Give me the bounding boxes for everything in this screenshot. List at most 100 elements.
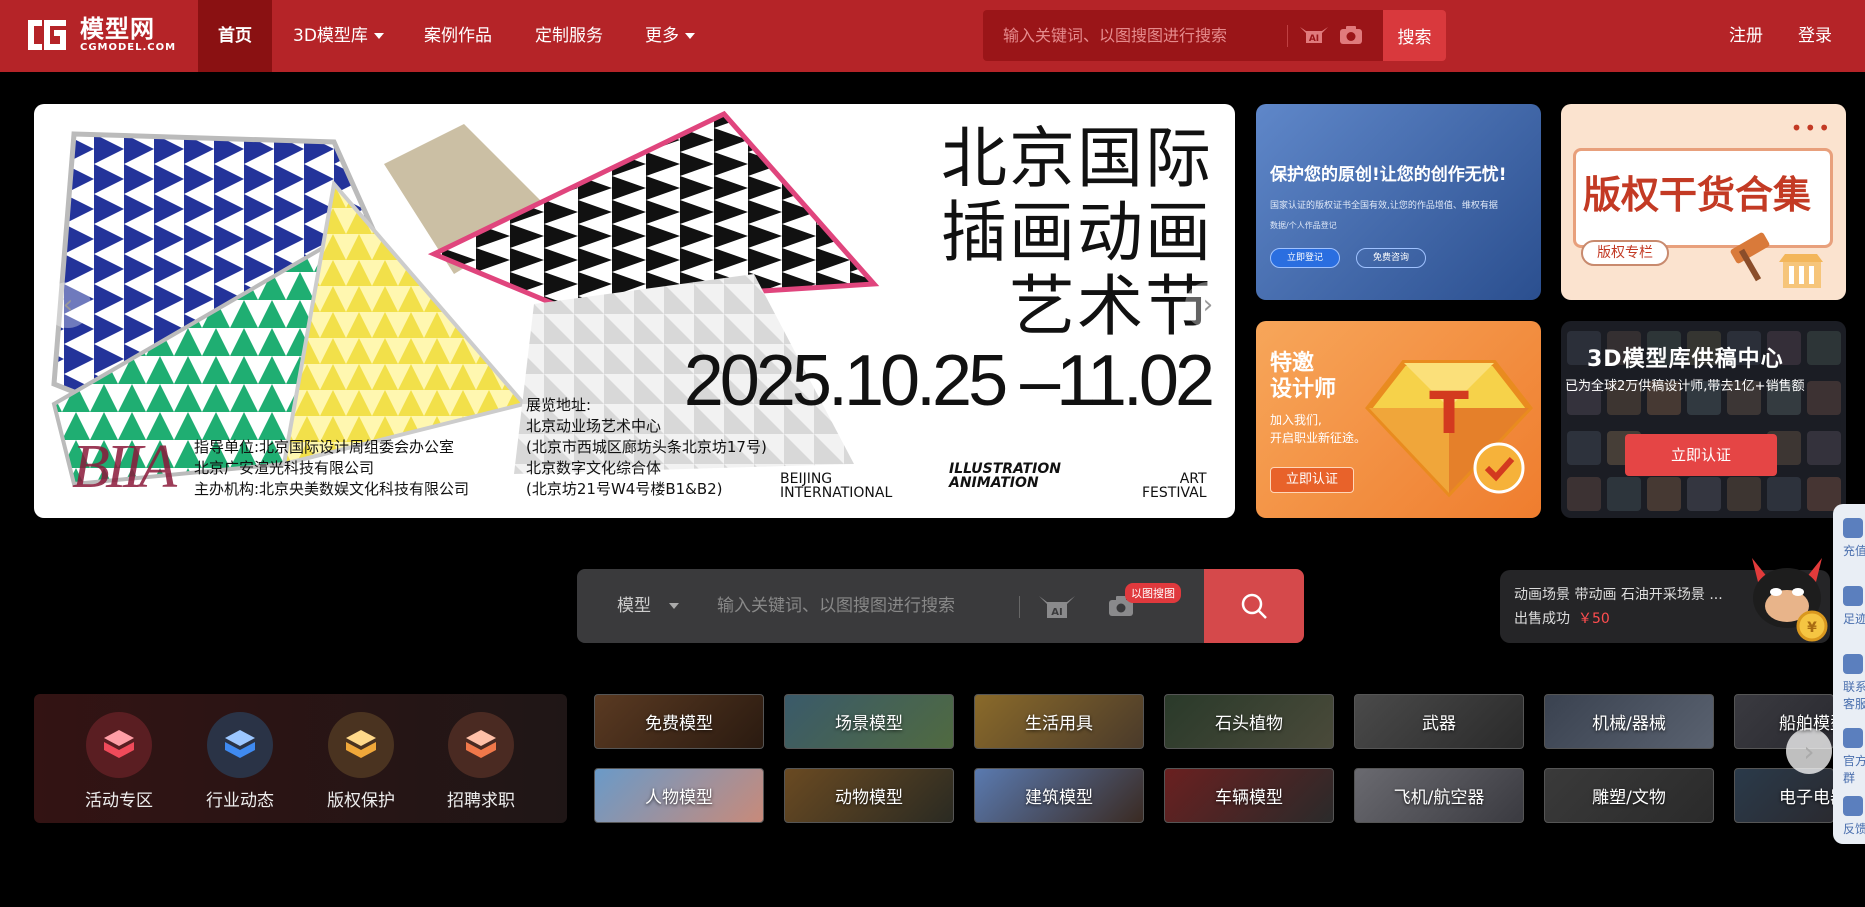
logo-name: 模型网	[80, 15, 155, 43]
nav-home[interactable]: 首页	[198, 0, 272, 72]
wallet-icon	[1843, 518, 1863, 538]
ticker-status: 出售成功 ￥50	[1514, 608, 1610, 628]
main-search-input[interactable]	[717, 569, 1027, 643]
news-icon	[207, 712, 273, 778]
category-free-models[interactable]: 免费模型	[594, 694, 764, 749]
carousel-next-button[interactable]: ›	[1185, 282, 1231, 328]
sidebar-feedback[interactable]: 反馈	[1833, 796, 1865, 837]
category-daily-items[interactable]: 生活用具	[974, 694, 1144, 749]
category-sculpture[interactable]: 雕塑/文物	[1544, 768, 1714, 823]
nav-more[interactable]: 更多	[645, 0, 695, 72]
organizer-co: 北京广安渲光科技有限公司	[194, 459, 375, 477]
category-label: 免费模型	[645, 714, 713, 734]
category-aircraft[interactable]: 飞机/航空器	[1354, 768, 1524, 823]
chevron-down-icon	[373, 33, 384, 39]
category-label: 场景模型	[835, 714, 903, 734]
category-animal-models[interactable]: 动物模型	[784, 768, 954, 823]
divider	[1287, 25, 1288, 47]
category-label: 生活用具	[1025, 714, 1093, 734]
nav-custom[interactable]: 定制服务	[535, 0, 603, 72]
ai-search-icon[interactable]: AI	[1298, 23, 1330, 47]
category-next-button[interactable]: ›	[1786, 728, 1832, 774]
sidebar-label: 足迹	[1843, 612, 1865, 626]
headset-icon	[1843, 654, 1863, 674]
promo-supplier-center[interactable]: 3D模型库供稿中心 已为全球2万供稿设计师,带去1亿+销售额 立即认证	[1561, 321, 1846, 518]
register-now-button[interactable]: 立即登记	[1270, 248, 1340, 268]
verify-now-button[interactable]: 立即认证	[1270, 467, 1354, 493]
sidebar-official-group[interactable]: 官方群	[1833, 728, 1865, 786]
category-scene-models[interactable]: 场景模型	[784, 694, 954, 749]
sidebar-recharge[interactable]: 充值	[1833, 518, 1865, 559]
bull-mascot-icon: ¥	[1752, 558, 1828, 642]
main-search-button[interactable]	[1204, 569, 1304, 643]
category-label: 雕塑/文物	[1592, 788, 1666, 808]
category-machinery[interactable]: 机械/器械	[1544, 694, 1714, 749]
quick-link-label: 活动专区	[85, 791, 153, 811]
category-electronics[interactable]: 电子电器	[1734, 768, 1834, 823]
quick-link-industry-news[interactable]: 行业动态	[185, 712, 295, 811]
venue-line: (北京坊21号W4号楼B1&B2)	[526, 480, 723, 498]
sidebar-label: 反馈	[1843, 822, 1865, 836]
promo-copyright-card[interactable]: 保护您的原创!让您的创作无忧! 国家认证的版权证书全国有效,让您的作品增值、维权…	[1256, 104, 1541, 300]
nav-cases-label: 案例作品	[424, 26, 492, 46]
category-weapons[interactable]: 武器	[1354, 694, 1524, 749]
category-label: 车辆模型	[1215, 788, 1283, 808]
category-label: 船舶模型	[1779, 714, 1833, 734]
search-category-select[interactable]: 模型	[617, 569, 679, 643]
svg-text:¥: ¥	[1807, 620, 1817, 636]
jobs-icon	[448, 712, 514, 778]
category-building-models[interactable]: 建筑模型	[974, 768, 1144, 823]
ticker-status-text: 出售成功	[1514, 611, 1570, 627]
copyright-icon	[328, 712, 394, 778]
top-search-button[interactable]: 搜索	[1383, 10, 1446, 61]
top-search-input[interactable]	[983, 10, 1283, 61]
top-search-box: AI	[983, 10, 1383, 61]
banner-title: 北京国际 插画动画 艺术节	[941, 122, 1213, 344]
promo-subtitle: 国家认证的版权证书全国有效,让您的作品增值、维权有据	[1270, 201, 1498, 211]
banner-en-text: ANIMATION	[949, 475, 1039, 491]
chevron-down-icon	[669, 603, 679, 609]
free-consult-button[interactable]: 免费咨询	[1356, 248, 1426, 268]
sidebar-label: 充值	[1843, 544, 1865, 558]
banner-title-line: 插画动画	[941, 194, 1213, 271]
logo[interactable]: 模型网 CGMODEL.COM	[24, 12, 176, 58]
promo-subtitle: 已为全球2万供稿设计师,带去1亿+销售额	[1565, 379, 1805, 394]
quick-link-label: 行业动态	[206, 791, 274, 811]
quick-link-label: 招聘求职	[447, 791, 515, 811]
banner-en-text: ILLUSTRATION	[949, 461, 1061, 477]
promo-title: 特邀 设计师	[1270, 351, 1336, 403]
promo-copyright-collection[interactable]: 版权干货合集 版权专栏 •••	[1561, 104, 1846, 300]
promo-title: 保护您的原创!让您的创作无忧!	[1270, 165, 1507, 185]
promo-invited-designer[interactable]: 特邀 设计师 加入我们, 开启职业新征途。 立即认证 T	[1256, 321, 1541, 518]
category-vehicle-models[interactable]: 车辆模型	[1164, 768, 1334, 823]
divider	[1019, 596, 1020, 618]
logo-domain: CGMODEL.COM	[80, 42, 177, 53]
hero-banner[interactable]: BIIA 指导单位:北京国际设计周组委会办公室 北京广安渲光科技有限公司 主办机…	[34, 104, 1235, 518]
sidebar-footprint[interactable]: 足迹	[1833, 586, 1865, 627]
promo-note: 数据/个人作品登记	[1270, 221, 1337, 230]
nav-cases[interactable]: 案例作品	[424, 0, 492, 72]
quick-link-copyright[interactable]: 版权保护	[306, 712, 416, 811]
quick-links-panel: 活动专区 行业动态 版权保护 招聘求职	[34, 694, 567, 823]
main-search-box: 模型 AI 以图搜图	[577, 569, 1204, 643]
promo-tag: 版权专栏	[1581, 240, 1669, 266]
ticker-price: ￥50	[1578, 611, 1610, 627]
camera-icon[interactable]	[1339, 24, 1363, 46]
events-icon	[86, 712, 152, 778]
carousel-prev-button[interactable]: ‹	[45, 282, 91, 328]
quick-link-jobs[interactable]: 招聘求职	[426, 712, 536, 811]
category-character-models[interactable]: 人物模型	[594, 768, 764, 823]
nav-3d-library[interactable]: 3D模型库	[293, 0, 384, 72]
ai-search-icon[interactable]: AI	[1037, 592, 1077, 622]
sidebar-customer-service[interactable]: 联系客服	[1833, 654, 1865, 712]
svg-text:AI: AI	[1051, 607, 1062, 618]
biia-logo: BIIA	[72, 433, 177, 501]
login-link[interactable]: 登录	[1798, 0, 1832, 72]
page: 模型网 CGMODEL.COM 首页 3D模型库 案例作品 定制服务 更多 AI…	[0, 0, 1865, 907]
message-icon	[1843, 796, 1863, 816]
category-stones-plants[interactable]: 石头植物	[1164, 694, 1334, 749]
organizer-guide: 指导单位:北京国际设计周组委会办公室	[194, 438, 455, 456]
supplier-verify-button[interactable]: 立即认证	[1625, 434, 1777, 476]
quick-link-events[interactable]: 活动专区	[64, 712, 174, 811]
register-link[interactable]: 注册	[1729, 0, 1763, 72]
